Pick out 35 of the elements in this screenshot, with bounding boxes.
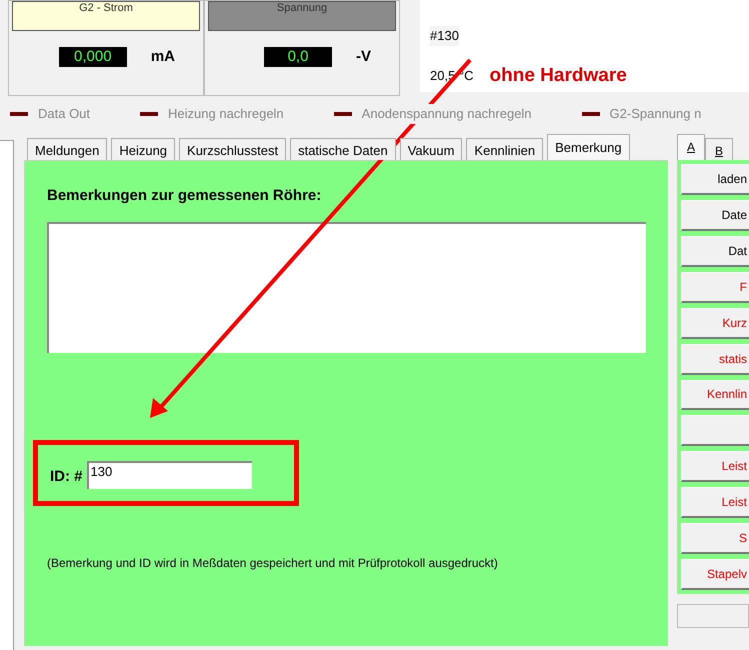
meter-title: G2 - Strom <box>79 2 133 14</box>
digital-readout: 0,000 <box>58 47 127 68</box>
tab[interactable]: Kennlinien <box>466 138 544 160</box>
action-button[interactable]: statis <box>681 344 749 375</box>
unit-label: mA <box>150 47 175 67</box>
id-field[interactable]: 130 <box>86 460 252 488</box>
tab[interactable]: statische Daten <box>290 138 396 160</box>
note-text: (Bemerkung und ID wird in Meßdaten gespeichert und mit Prüfprotokoll ausgedruckt) <box>47 554 499 572</box>
remarks-heading: Bemerkungen zur gemessenen Röhre: <box>47 186 322 206</box>
tab[interactable]: Meldungen <box>27 138 108 160</box>
tab[interactable]: Vakuum <box>400 138 462 160</box>
unit-label: -V <box>356 47 371 67</box>
action-button[interactable]: F <box>681 272 749 303</box>
status-text: ohne Hardware <box>490 64 627 88</box>
action-button[interactable]: Kurz <box>681 308 749 339</box>
id-label: ID: # <box>50 467 83 487</box>
tab[interactable]: Bemerkung <box>547 134 630 160</box>
action-button[interactable]: Dat <box>681 236 749 267</box>
tube-id-text: #130 <box>430 26 459 46</box>
side-tab[interactable]: A <box>677 134 706 160</box>
action-button[interactable]: Stapelv <box>681 559 749 590</box>
tab[interactable]: Kurzschlusstest <box>179 138 286 160</box>
action-button[interactable]: S <box>681 523 749 554</box>
blank-button[interactable] <box>681 415 749 446</box>
tab[interactable]: Heizung <box>111 138 176 160</box>
action-button[interactable]: Kennlin <box>681 380 749 410</box>
action-button[interactable]: laden <box>681 164 749 195</box>
side-tab[interactable]: B <box>705 138 734 160</box>
action-button[interactable]: Leist <box>681 487 749 518</box>
remarks-field[interactable] <box>47 222 646 352</box>
action-button[interactable]: Leist <box>681 451 749 482</box>
action-button[interactable]: Date <box>681 200 749 231</box>
digital-readout: 0,0 <box>264 47 332 68</box>
legend-label: Anodenspannung nachregeln <box>362 104 532 124</box>
meter-title: Spannung <box>276 2 328 14</box>
